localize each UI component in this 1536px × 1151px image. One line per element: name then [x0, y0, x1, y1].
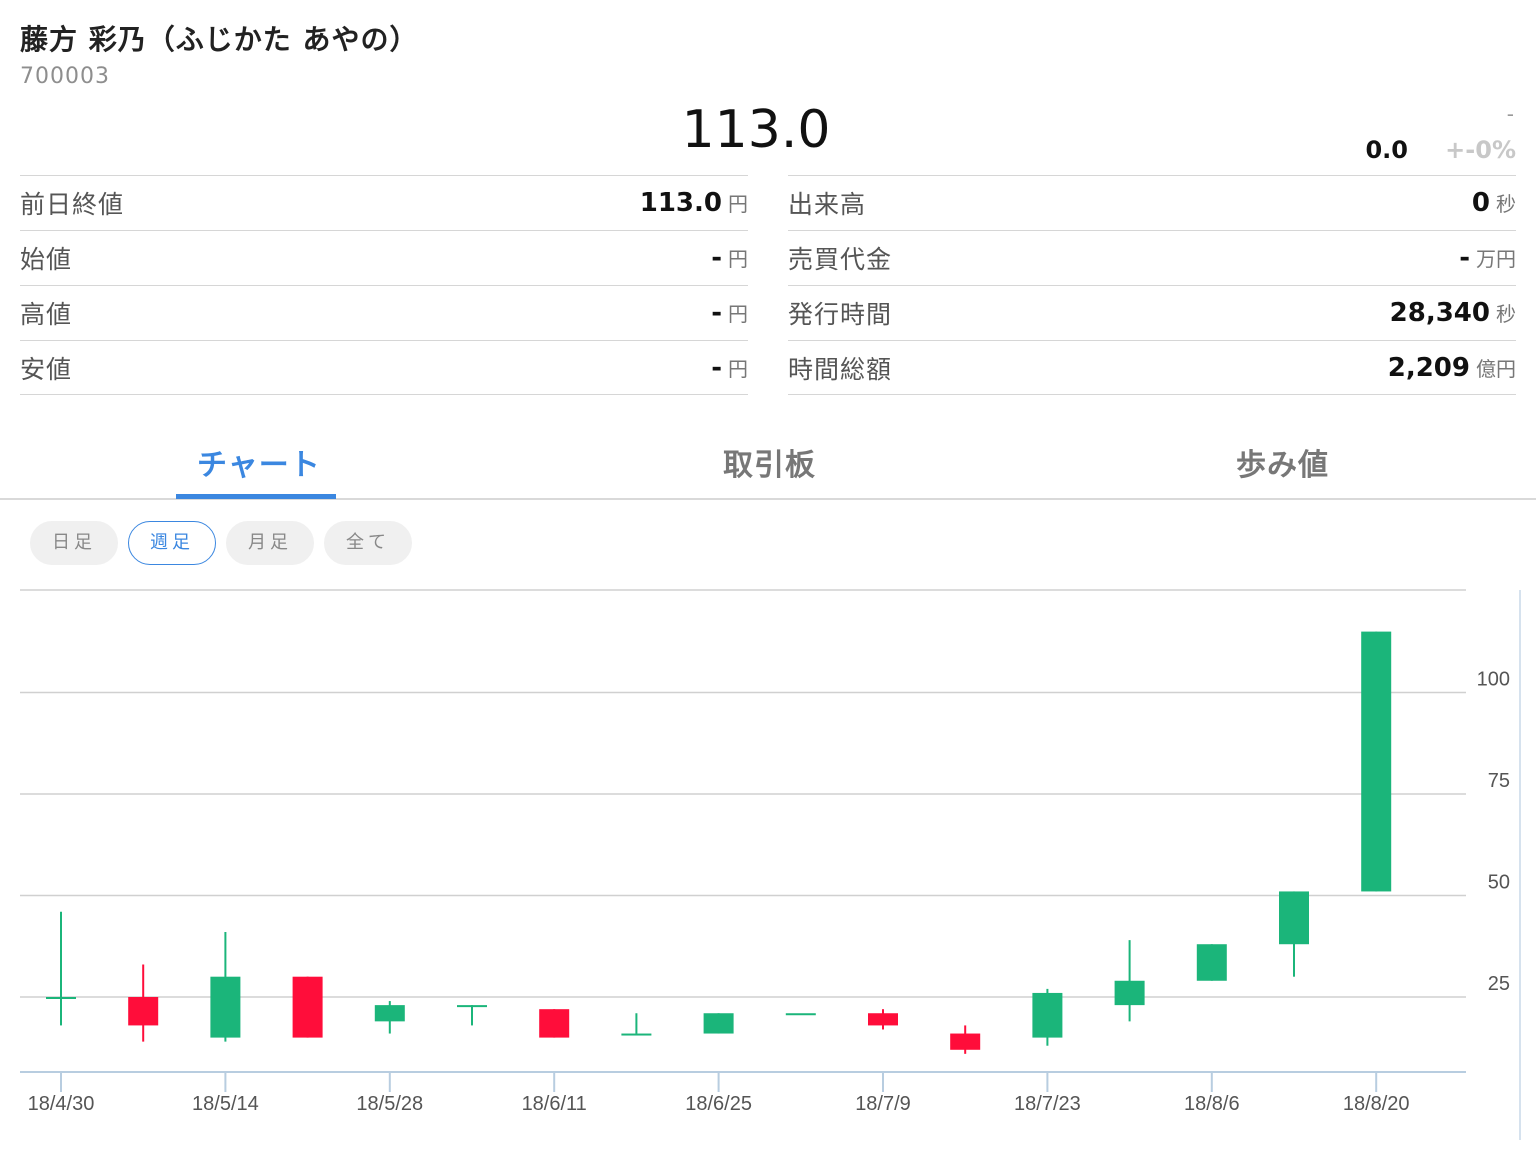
stat-value: - — [711, 352, 722, 383]
stat-row-open: 始値 -円 — [20, 230, 748, 285]
candle-body — [1279, 891, 1309, 945]
active-tab-indicator — [176, 494, 336, 499]
stat-label: 売買代金 — [788, 245, 893, 274]
stat-label: 発行時間 — [788, 300, 893, 329]
stat-value: - — [711, 298, 722, 328]
x-tick-label: 18/7/9 — [855, 1093, 911, 1115]
stat-unit: 円 — [728, 247, 748, 271]
x-tick-label: 18/7/23 — [1014, 1093, 1081, 1115]
stat-unit: 秒 — [1496, 192, 1516, 216]
stat-label: 前日終値 — [20, 190, 125, 219]
x-tick-label: 18/4/30 — [28, 1093, 95, 1115]
stat-unit: 億円 — [1476, 356, 1516, 381]
stat-row-volume: 出来高 0秒 — [788, 175, 1516, 230]
candle-body — [457, 1005, 487, 1008]
stock-title: 藤方 彩乃（ふじかた あやの） — [20, 23, 419, 56]
candle-body — [785, 1013, 816, 1016]
candle-body — [1114, 980, 1145, 1006]
candle-body — [1196, 944, 1227, 981]
candle-body — [128, 997, 159, 1026]
period-weekly-button[interactable]: 週足 — [128, 521, 216, 565]
stat-row-turnover: 売買代金 - 万円 — [788, 230, 1516, 285]
candle-body — [950, 1033, 981, 1050]
candle-body — [210, 976, 241, 1038]
candle-body — [374, 1005, 405, 1022]
stat-label: 始値 — [20, 245, 73, 274]
stat-row-high: 高値 -円 — [20, 285, 748, 340]
period-daily-button[interactable]: 日足 — [30, 521, 118, 565]
stat-row-issued-time: 発行時間 28,340 秒 — [788, 285, 1516, 340]
stat-value: 28,340 — [1389, 298, 1490, 328]
stat-value: 113.0 — [639, 188, 722, 218]
tab-chart[interactable]: チャート — [197, 440, 321, 484]
stat-row-total-value: 時間総額 2,209 億円 — [788, 340, 1516, 395]
tab-bar: チャート 取引板 歩み値 — [0, 420, 1536, 500]
candlestick-chart: 25 50 75 100 18/4/30 18/5/14 18/5/28 18/6/11 18/… — [20, 589, 1521, 1140]
stat-unit: 円 — [728, 356, 748, 381]
x-tick-label: 18/6/11 — [522, 1093, 587, 1115]
candle-body — [703, 1013, 734, 1034]
x-tick-label: 18/8/6 — [1184, 1093, 1240, 1115]
stat-value: 0 — [1471, 188, 1490, 218]
price-dash: - — [1506, 102, 1514, 126]
stat-unit: 円 — [728, 302, 748, 326]
stat-row-low: 安値 -円 — [20, 340, 748, 395]
x-tick-label: 18/8/20 — [1343, 1093, 1410, 1115]
candle-body — [1032, 992, 1063, 1038]
candle-body — [292, 976, 323, 1038]
price-change-percent: +-0% — [1445, 136, 1516, 164]
stat-label: 安値 — [20, 354, 73, 384]
y-tick-label: 100 — [1477, 669, 1510, 691]
current-price: 113.0 — [681, 100, 831, 160]
x-tick-label: 18/5/28 — [356, 1093, 423, 1115]
candle-body — [1361, 631, 1392, 892]
stat-row-prev-close: 前日終値 113.0 円 — [20, 175, 748, 230]
candle-body — [621, 1033, 652, 1036]
x-tick-label: 18/6/25 — [685, 1093, 752, 1115]
candle-body — [46, 997, 76, 999]
price-change: 0.0 — [1365, 136, 1408, 164]
y-tick-label: 25 — [1488, 973, 1510, 995]
tab-order-book[interactable]: 取引板 — [723, 440, 816, 484]
stat-unit: 万円 — [1476, 247, 1516, 271]
candle-body — [868, 1013, 898, 1026]
stat-value: 2,209 — [1387, 352, 1470, 383]
y-tick-label: 75 — [1488, 770, 1510, 792]
candle-body — [539, 1009, 570, 1038]
stat-unit: 秒 — [1496, 302, 1516, 326]
stat-label: 出来高 — [788, 190, 867, 219]
y-tick-label: 50 — [1488, 872, 1510, 894]
stat-unit: 円 — [728, 192, 748, 216]
stats-right: 出来高 0秒 売買代金 - 万円 発行時間 28,340 秒 時間総額 2,209 億… — [788, 175, 1516, 395]
stat-value: - — [711, 243, 722, 273]
x-tick-label: 18/5/14 — [192, 1093, 259, 1115]
stat-value: - — [1459, 243, 1470, 273]
stock-code: 700003 — [20, 64, 110, 89]
stat-label: 時間総額 — [788, 354, 893, 384]
period-all-button[interactable]: 全て — [324, 521, 412, 565]
stats-left: 前日終値 113.0 円 始値 -円 高値 -円 安値 -円 — [20, 175, 748, 395]
tab-time-and-sales[interactable]: 歩み値 — [1236, 440, 1329, 484]
period-monthly-button[interactable]: 月足 — [226, 521, 314, 565]
stat-label: 高値 — [20, 300, 73, 329]
